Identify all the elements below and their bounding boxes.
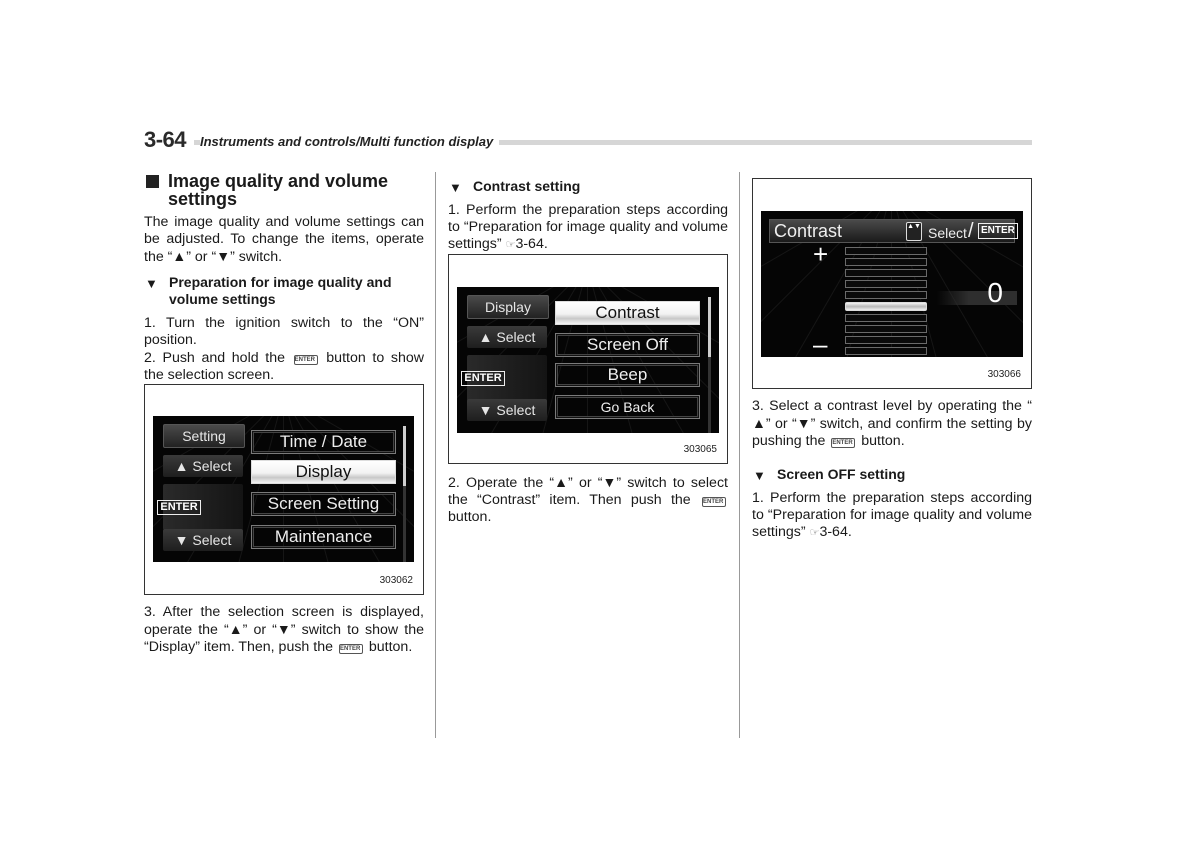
enter-key: ENTER — [157, 484, 243, 530]
display-menu-screen: Display ▲ Select ENTER ▼ Select Contrast… — [457, 287, 719, 433]
scrollbar — [403, 426, 406, 562]
section-heading: Image quality and volume settings — [144, 172, 424, 208]
contrast-level-bar — [845, 247, 927, 357]
square-bullet-icon — [146, 175, 159, 188]
scrollbar — [708, 297, 711, 433]
figure-code: 303065 — [683, 444, 717, 455]
down-arrow-icon: ▼ — [796, 415, 811, 431]
slash-separator: / — [968, 220, 974, 242]
contrast-level-segment — [845, 291, 927, 299]
contrast-level-segment — [845, 325, 927, 333]
scrollbar-thumb — [403, 426, 406, 486]
contrast-step-3: 3. Select a contrast level by operating … — [752, 398, 1032, 449]
contrast-level-segment — [845, 336, 927, 344]
down-arrow-icon: ▼ — [216, 248, 231, 264]
down-arrow-icon: ▼ — [602, 474, 617, 490]
contrast-level-current — [845, 302, 927, 311]
figure-303062: Setting ▲ Select ENTER ▼ Select Time / D… — [144, 384, 424, 595]
select-up-label: ▲ Select — [467, 326, 547, 348]
column-3: 3. Select a contrast level by operating … — [752, 398, 1032, 542]
contrast-step-2: 2. Operate the “▲” or “▼” switch to sele… — [448, 474, 728, 525]
step-2: 2. Push and hold the ENTER button to sho… — [144, 350, 424, 383]
down-arrow-icon: ▼ — [276, 621, 291, 637]
subheading-screen-off: ▼ Screen OFF setting — [753, 466, 906, 483]
column-divider — [739, 172, 740, 738]
value-indicator-bar — [937, 291, 1017, 305]
contrast-level-segment — [845, 247, 927, 255]
menu-item-beep: Beep — [555, 363, 700, 387]
column-2-lower: 2. Operate the “▲” or “▼” switch to sele… — [448, 474, 728, 526]
enter-button-icon: ENTER — [293, 355, 318, 365]
enter-key-label: ENTER — [978, 223, 1018, 239]
select-up-label: ▲ Select — [163, 455, 243, 477]
page-number: 3-64 — [144, 127, 187, 152]
figure-code: 303062 — [379, 575, 413, 586]
contrast-level-segment — [845, 269, 927, 277]
selection-screen: Setting ▲ Select ENTER ▼ Select Time / D… — [153, 416, 414, 562]
up-arrow-icon: ▲ — [172, 248, 187, 264]
select-label: Select — [928, 225, 967, 241]
up-arrow-icon: ▲ — [228, 621, 243, 637]
menu-item-display-selected: Display — [251, 460, 396, 484]
up-down-icon: ▲▼ — [906, 222, 922, 241]
contrast-title-bar: Contrast ▲▼ Select / ENTER — [769, 219, 1018, 243]
down-triangle-bullet-icon: ▼ — [753, 468, 766, 483]
figure-303065: Display ▲ Select ENTER ▼ Select Contrast… — [448, 254, 728, 464]
contrast-adjust-screen: Contrast ▲▼ Select / ENTER + – 0 — [761, 211, 1023, 357]
menu-item-go-back: Go Back — [555, 395, 700, 419]
contrast-level-segment — [845, 258, 927, 266]
column-divider — [435, 172, 436, 738]
reference-icon: ☞ — [505, 239, 516, 251]
screen-title-display: Display — [467, 295, 549, 319]
column-1: Image quality and volume settings The im… — [144, 170, 424, 384]
contrast-level-segment — [845, 347, 927, 355]
contrast-step-1: 1. Perform the preparation steps accordi… — [448, 202, 728, 252]
menu-item-contrast-selected: Contrast — [555, 301, 700, 325]
section-title: Instruments and controls/Multi function … — [200, 134, 500, 149]
contrast-level-segment — [845, 280, 927, 288]
screen-off-step-1: 1. Perform the preparation steps accordi… — [752, 490, 1032, 540]
intro-paragraph: The image quality and volume settings ca… — [144, 214, 424, 265]
contrast-value: 0 — [987, 277, 1003, 308]
minus-icon: – — [813, 329, 828, 357]
menu-item-time-date: Time / Date — [251, 430, 396, 454]
contrast-title: Contrast — [774, 221, 843, 241]
screen-title-setting: Setting — [163, 424, 245, 448]
select-down-label: ▼ Select — [467, 399, 547, 421]
column-2: ▼ Contrast setting 1. Perform the prepar… — [448, 178, 728, 254]
contrast-level-segment — [845, 314, 927, 322]
enter-button-icon: ENTER — [702, 497, 726, 507]
select-down-label: ▼ Select — [163, 529, 243, 551]
page-header: 3-64 Instruments and controls/Multi func… — [144, 127, 1032, 152]
subheading-preparation: ▼ Preparation for image quality and volu… — [145, 274, 392, 307]
figure-code: 303066 — [987, 369, 1021, 380]
scrollbar-thumb — [708, 297, 711, 357]
up-arrow-icon: ▲ — [752, 415, 766, 431]
menu-item-maintenance: Maintenance — [251, 525, 396, 549]
down-triangle-bullet-icon: ▼ — [145, 276, 158, 291]
enter-key: ENTER — [461, 355, 547, 401]
enter-button-icon: ENTER — [831, 438, 856, 448]
menu-item-screen-setting: Screen Setting — [251, 492, 396, 516]
plus-icon: + — [813, 239, 829, 269]
enter-button-icon: ENTER — [338, 644, 363, 654]
subheading-contrast: ▼ Contrast setting — [449, 178, 581, 195]
step-1: 1. Turn the ignition switch to the “ON” … — [144, 315, 424, 348]
menu-item-screen-off: Screen Off — [555, 333, 700, 357]
column-1-lower: 3. After the selection screen is display… — [144, 604, 424, 656]
step-3: 3. After the selection screen is display… — [144, 604, 425, 655]
up-arrow-icon: ▲ — [554, 474, 569, 490]
figure-303066: Contrast ▲▼ Select / ENTER + – 0 303066 — [752, 178, 1032, 389]
reference-icon: ☞ — [809, 527, 820, 539]
down-triangle-bullet-icon: ▼ — [449, 180, 462, 195]
